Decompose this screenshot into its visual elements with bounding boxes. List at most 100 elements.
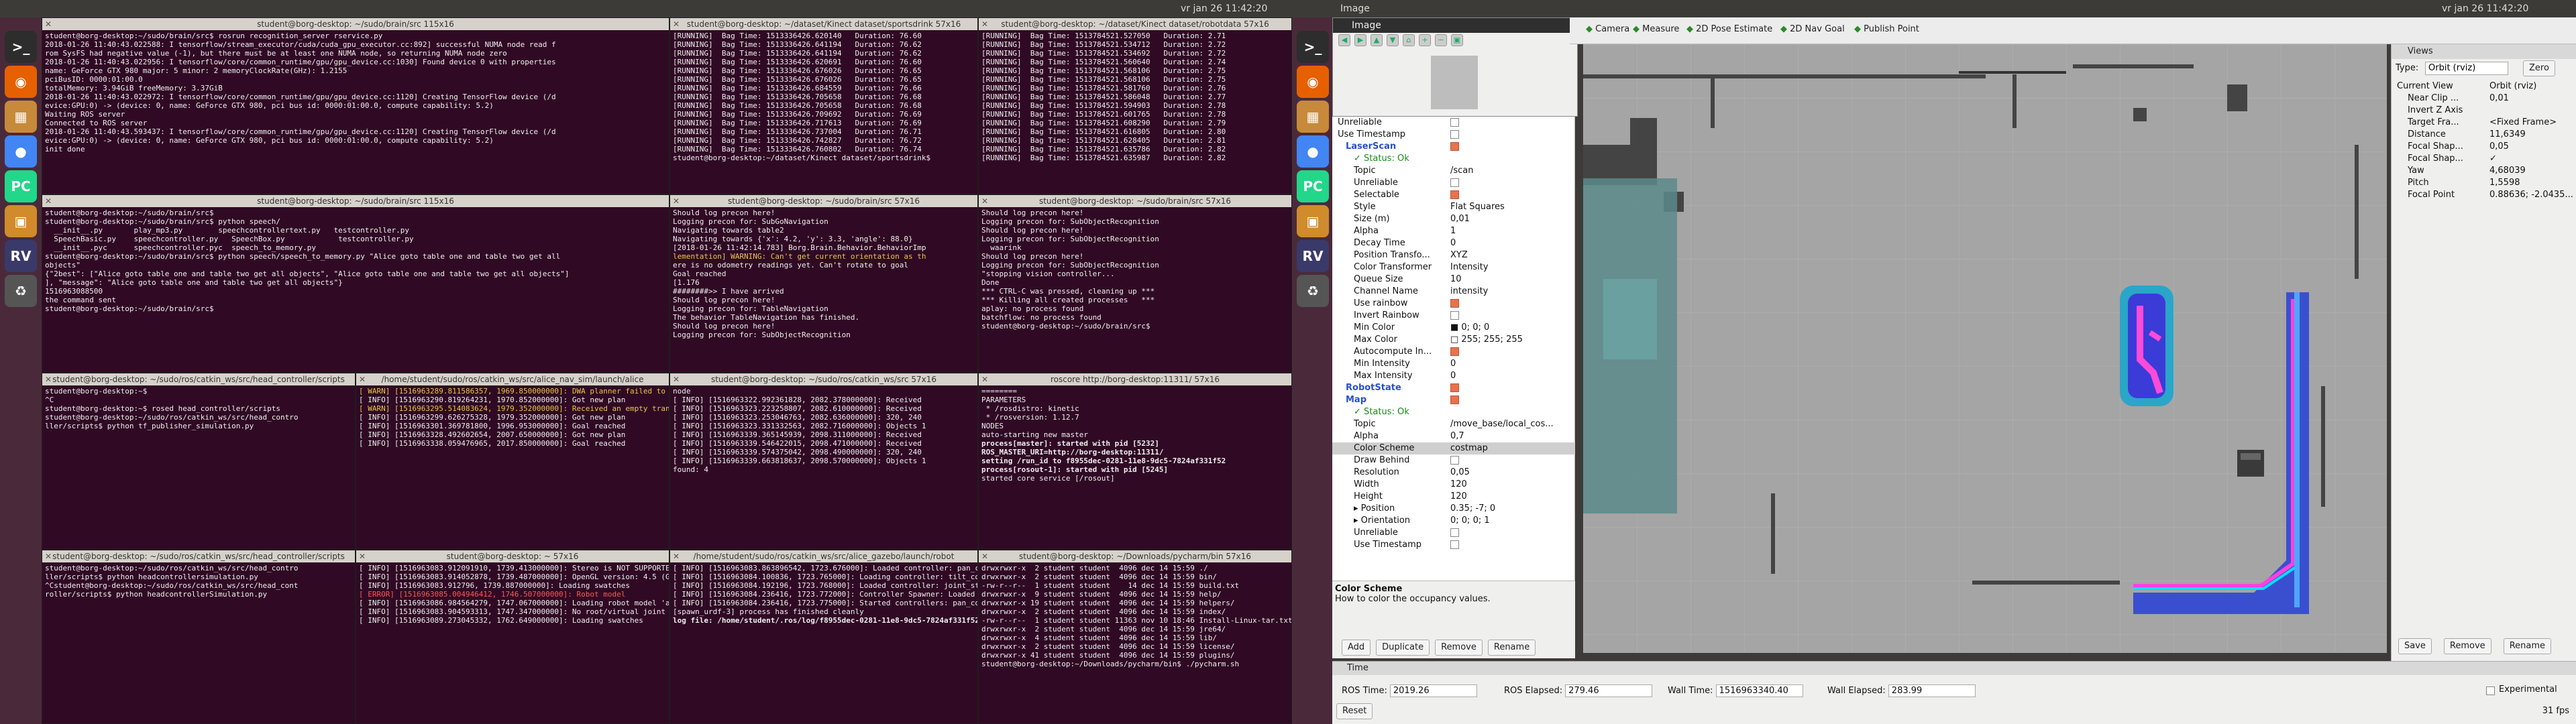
property-value[interactable]: 0,7	[1450, 430, 1464, 442]
property-value[interactable]: /move_base/local_cos...	[1450, 418, 1554, 430]
files-icon[interactable]: ▦	[1297, 101, 1329, 133]
property-value[interactable]: 0	[1450, 358, 1456, 370]
property-value[interactable]: 0,05	[1450, 467, 1470, 479]
save-icon[interactable]: ▣	[1451, 34, 1463, 46]
terminal-output[interactable]: [ WARN] [1516963289.811586357, 1969.8500…	[356, 385, 669, 449]
display-property-row[interactable]: ✓ Status: Ok	[1332, 153, 1575, 165]
close-icon[interactable]: ✕	[981, 550, 988, 562]
display-property-row[interactable]: Unreliable	[1332, 117, 1575, 129]
property-value[interactable]: 120	[1450, 491, 1467, 503]
zero-button[interactable]: Zero	[2523, 60, 2555, 76]
tool-2d-nav-goal[interactable]: ◆ 2D Nav Goal	[1780, 24, 1845, 34]
display-property-row[interactable]: Style Flat Squares	[1332, 201, 1575, 213]
close-icon[interactable]: ✕	[45, 373, 52, 385]
pycharm-icon[interactable]: PC	[1297, 170, 1329, 202]
display-property-row[interactable]: Use Timestamp	[1332, 539, 1575, 551]
terminal-output[interactable]: student@borg-desktop:~/sudo/brain/src$ r…	[42, 30, 669, 155]
display-property-row[interactable]: Color Scheme costmap	[1332, 442, 1575, 455]
view-type-select[interactable]: Orbit (rviz)	[2425, 62, 2508, 75]
close-icon[interactable]: ✕	[673, 18, 680, 30]
property-checkbox[interactable]	[1450, 118, 1459, 127]
view-property-row[interactable]: Invert Z Axis	[2392, 105, 2576, 117]
view-property-row[interactable]: Distance 11,6349	[2392, 129, 2576, 141]
property-checkbox[interactable]	[1450, 540, 1459, 549]
property-checkbox[interactable]	[1450, 190, 1459, 199]
property-checkbox[interactable]	[1450, 383, 1459, 392]
property-value[interactable]: Flat Squares	[1450, 201, 1505, 213]
terminal-window[interactable]: ✕ student@borg-desktop: ~/sudo/ros/catkin…	[42, 550, 356, 724]
add-display-button[interactable]: Add	[1342, 640, 1371, 656]
terminal-output[interactable]: Should log precon here! Logging precon fo…	[670, 207, 977, 341]
property-checkbox[interactable]	[1450, 299, 1459, 308]
zoom-in-icon[interactable]: +	[1419, 34, 1431, 46]
display-property-row[interactable]: Size (m) 0,01	[1332, 213, 1575, 225]
property-checkbox[interactable]	[1450, 456, 1459, 465]
display-property-row[interactable]: Alpha 1	[1332, 225, 1575, 237]
terminal-icon[interactable]: >_	[1297, 31, 1329, 63]
display-property-row[interactable]: Max Color □ 255; 255; 255	[1332, 334, 1575, 346]
up-icon[interactable]: ▲	[1371, 34, 1383, 46]
property-value[interactable]: 0.35; -7; 0	[1450, 503, 1495, 515]
down-icon[interactable]: ▼	[1387, 34, 1399, 46]
property-checkbox[interactable]	[1450, 396, 1459, 404]
display-property-row[interactable]: Queue Size 10	[1332, 274, 1575, 286]
display-property-row[interactable]: Selectable	[1332, 189, 1575, 201]
close-icon[interactable]: ✕	[45, 18, 52, 30]
property-value[interactable]: costmap	[1450, 442, 1488, 455]
terminal-window[interactable]: ✕ student@borg-desktop: ~/sudo/brain/src …	[669, 194, 978, 373]
view-property-value[interactable]: 4,68039	[2489, 165, 2526, 177]
property-value[interactable]: ■ 0; 0; 0	[1450, 322, 1489, 334]
terminal-output[interactable]: [ INFO] [1516963083.912091910, 1739.4130…	[356, 562, 669, 626]
property-value[interactable]: 0	[1450, 370, 1456, 382]
tool-2d-pose-estimate[interactable]: ◆ 2D Pose Estimate	[1686, 24, 1772, 34]
terminal-output[interactable]: [ INFO] [1516963083.863896542, 1723.6760…	[670, 562, 977, 626]
trash-icon[interactable]: ♻	[5, 275, 37, 307]
terminal-window[interactable]: ✕ student@borg-desktop: ~/sudo/ros/catkin…	[669, 373, 978, 550]
tool-measure[interactable]: ◆ Measure	[1633, 24, 1679, 34]
terminal-output[interactable]: [RUNNING] Bag Time: 1513336426.620140 Du…	[670, 30, 977, 164]
view-property-row[interactable]: Yaw 4,68039	[2392, 165, 2576, 177]
view-property-value[interactable]: 0.88636; -2.0435...	[2489, 189, 2573, 201]
view-property-value[interactable]: 0,01	[2489, 93, 2509, 105]
boxes-icon[interactable]: ▣	[5, 205, 37, 237]
pycharm-icon[interactable]: PC	[5, 170, 37, 202]
display-property-row[interactable]: Min Intensity 0	[1332, 358, 1575, 370]
remove-display-button[interactable]: Remove	[1435, 640, 1483, 656]
terminal-window[interactable]: ✕ student@borg-desktop: ~/sudo/brain/src …	[978, 194, 1292, 373]
chrome-icon[interactable]: ●	[5, 135, 37, 168]
display-property-row[interactable]: ▸ Orientation 0; 0; 0; 1	[1332, 515, 1575, 527]
view-property-row[interactable]: Near Clip ... 0,01	[2392, 93, 2576, 105]
property-value[interactable]: 10	[1450, 274, 1462, 286]
view-property-row[interactable]: Focal Shap... ✓	[2392, 153, 2576, 165]
save-view-button[interactable]: Save	[2398, 638, 2432, 654]
property-checkbox[interactable]	[1450, 347, 1459, 356]
view-property-row[interactable]: Current View Orbit (rviz)	[2392, 80, 2576, 93]
terminal-output[interactable]: drwxrwxr-x 2 student student 4096 dec 14…	[979, 562, 1291, 670]
terminal-window[interactable]: ✕ student@borg-desktop: ~ 57x16 [ INFO] [1…	[356, 550, 669, 724]
property-value[interactable]: 0	[1450, 237, 1456, 249]
close-icon[interactable]: ✕	[45, 195, 52, 207]
property-checkbox[interactable]	[1450, 178, 1459, 187]
view-property-value[interactable]: 11,6349	[2489, 129, 2526, 141]
terminal-window[interactable]: ✕ student@borg-desktop: ~/sudo/brain/src …	[42, 194, 669, 373]
experimental-checkbox[interactable]	[2486, 686, 2495, 695]
firefox-icon[interactable]: ◉	[1297, 66, 1329, 98]
property-value[interactable]: □ 255; 255; 255	[1450, 334, 1523, 346]
terminal-output[interactable]: [RUNNING] Bag Time: 1513784521.527050 Du…	[979, 30, 1291, 164]
display-property-row[interactable]: Topic/scan	[1332, 165, 1575, 177]
clock-right[interactable]: vr jan 26 11:42:20	[2442, 0, 2528, 17]
rviz-icon[interactable]: RV	[5, 240, 37, 272]
forward-icon[interactable]: ▶	[1354, 34, 1366, 46]
terminal-window[interactable]: ✕ student@borg-desktop: ~/dataset/Kinect …	[669, 17, 978, 194]
property-checkbox[interactable]	[1450, 130, 1459, 139]
display-property-row[interactable]: Invert Rainbow	[1332, 310, 1575, 322]
display-property-row[interactable]: Topic/move_base/local_cos...	[1332, 418, 1575, 430]
property-value[interactable]: 1	[1450, 225, 1456, 237]
close-icon[interactable]: ✕	[359, 373, 366, 385]
close-icon[interactable]: ✕	[673, 550, 680, 562]
display-property-row[interactable]: Position Transfo... XYZ	[1332, 249, 1575, 261]
zoom-out-icon[interactable]: −	[1435, 34, 1447, 46]
duplicate-display-button[interactable]: Duplicate	[1376, 640, 1430, 656]
display-property-row[interactable]: Unreliable	[1332, 527, 1575, 539]
rename-view-button[interactable]: Rename	[2503, 638, 2552, 654]
